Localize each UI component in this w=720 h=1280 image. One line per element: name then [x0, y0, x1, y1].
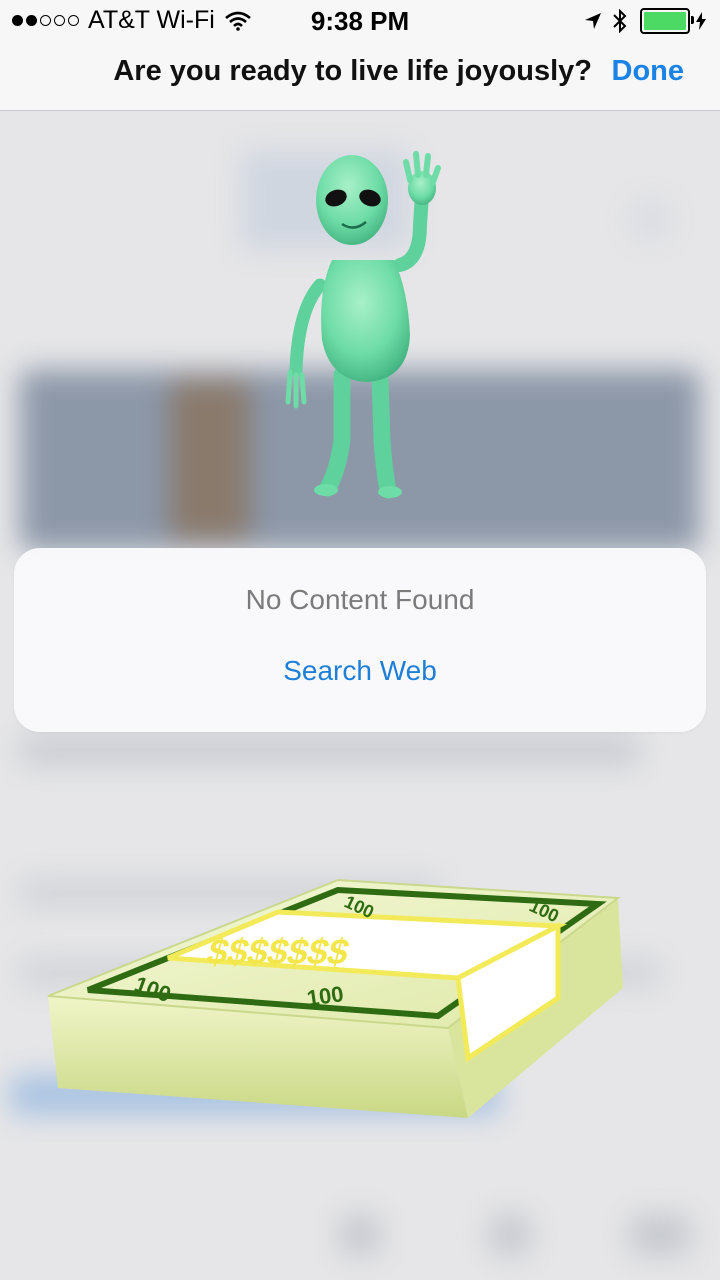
bg-toolbar-icon	[340, 1215, 380, 1255]
dollar-signs: $$$$$$$	[203, 932, 354, 972]
bg-icon	[630, 200, 670, 240]
location-arrow-icon	[585, 13, 601, 29]
bg-figure	[170, 380, 250, 540]
lookup-result-card: No Content Found Search Web	[14, 548, 706, 732]
bg-toolbar-icon	[490, 1215, 530, 1255]
bg-toolbar-icon	[630, 1215, 690, 1255]
search-web-button[interactable]: Search Web	[14, 655, 706, 687]
alien-waving-sticker	[285, 151, 441, 499]
status-bar: AT&T Wi-Fi 9:38 PM	[0, 0, 720, 40]
charging-bolt-icon	[696, 12, 706, 30]
battery-icon	[640, 8, 694, 34]
done-button[interactable]: Done	[612, 55, 685, 88]
page-title: Are you ready to live life joyously?	[113, 55, 592, 87]
battery-level	[644, 12, 686, 30]
bluetooth-icon	[613, 9, 627, 33]
navigation-bar: Are you ready to live life joyously? Don…	[0, 40, 720, 111]
money-stack-sticker: $$$$$$$ 100 100 100 100	[47, 878, 623, 1118]
no-content-message: No Content Found	[245, 584, 475, 615]
bill-denomination: 100	[305, 981, 345, 1011]
battery-nub	[691, 16, 694, 24]
bg-text-line	[20, 735, 640, 765]
status-icons	[584, 8, 706, 34]
